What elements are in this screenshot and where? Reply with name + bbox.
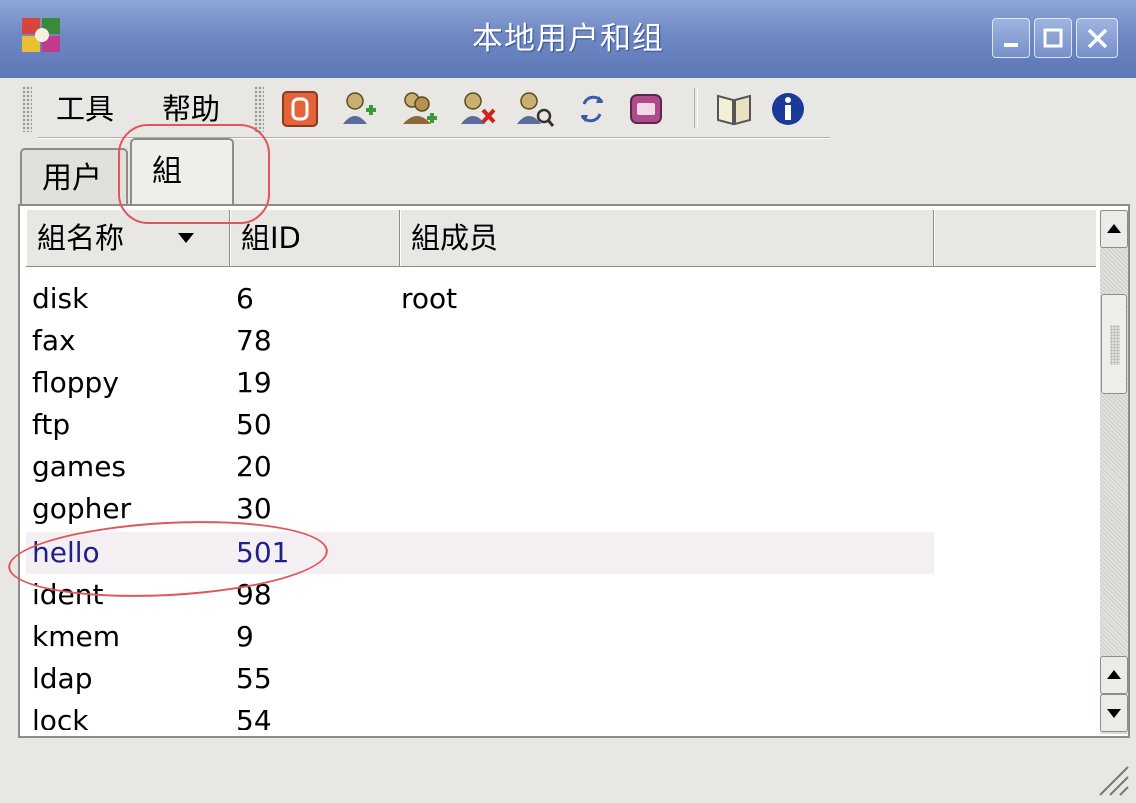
minimize-icon [1004,43,1018,47]
group-name: lock [32,704,89,730]
group-id: 55 [236,662,272,695]
group-name: ldap [32,662,93,695]
maximize-icon [1043,28,1063,48]
column-header-group-name[interactable]: 組名称 [26,210,230,266]
group-id: 19 [236,366,272,399]
sort-descending-icon [178,233,194,243]
table-row[interactable]: fax 78 [26,320,1096,362]
arrow-up-icon [1107,670,1121,679]
table-row[interactable]: ident 98 [26,574,1096,616]
properties-icon[interactable] [514,88,554,130]
group-id: 54 [236,704,272,730]
window-title: 本地用户和组 [472,21,664,57]
column-label-group-name: 組名称 [37,221,125,255]
group-name: ident [32,578,104,611]
group-name: games [32,450,127,483]
group-name: fax [32,324,76,357]
column-header-filler [934,210,1096,266]
table-row[interactable]: ldap 55 [26,658,1096,700]
arrow-up-icon [1107,224,1121,233]
row-highlight [26,532,934,574]
group-name: ftp [32,408,71,441]
tab-groups[interactable]: 組 [130,138,234,206]
group-name: disk [32,282,89,315]
quit-icon[interactable] [280,88,320,130]
help-book-icon[interactable] [714,88,754,130]
column-header-group-id[interactable]: 組ID [230,210,400,266]
table-body: ˙ disk 6 root fax 78 floppy 19 ftp 50 ga… [26,268,1096,730]
menu-help[interactable]: 帮助 [162,89,220,129]
tab-users[interactable]: 用户 [20,148,128,206]
group-name: kmem [32,620,120,653]
table-row[interactable]: games 20 [26,446,1096,488]
group-id: 20 [236,450,272,483]
table-row[interactable]: lock 54 [26,700,1096,730]
vertical-scrollbar[interactable] [1100,210,1128,734]
menubar-grip[interactable] [22,86,32,132]
add-user-icon[interactable] [340,88,380,130]
info-icon[interactable] [768,88,808,130]
scroll-up-button-lower[interactable] [1100,656,1128,694]
table-row[interactable]: floppy 19 [26,362,1096,404]
group-name: gopher [32,492,132,525]
group-id: 78 [236,324,272,357]
group-name: floppy [32,366,119,399]
scroll-up-button[interactable] [1100,210,1128,248]
title-bar[interactable]: 本地用户和组 [0,0,1136,79]
add-group-icon[interactable] [400,88,440,130]
delete-icon[interactable] [458,88,498,130]
toolbar: 工具 帮助 [0,78,1136,140]
toolbar-separator [694,88,698,128]
group-id: 6 [236,282,254,315]
preferences-icon[interactable] [626,88,666,130]
table-row[interactable]: ftp 50 [26,404,1096,446]
group-name: hello [32,536,100,569]
arrow-down-icon [1107,709,1121,718]
close-icon [1087,28,1108,49]
group-id: 98 [236,578,272,611]
menu-tools[interactable]: 工具 [56,89,114,129]
resize-grip-icon[interactable] [1094,761,1130,797]
table-row-selected[interactable]: hello 501 [26,532,1096,574]
group-id: 501 [236,536,290,569]
refresh-icon[interactable] [572,88,612,130]
table-row[interactable]: gopher 30 [26,488,1096,530]
scroll-down-button[interactable] [1100,694,1128,732]
toolbar-grip[interactable] [254,86,264,132]
table-row[interactable]: disk 6 root [26,278,1096,320]
close-button[interactable] [1076,18,1118,58]
group-id: 30 [236,492,272,525]
minimize-button[interactable] [992,18,1030,58]
group-id: 50 [236,408,272,441]
maximize-button[interactable] [1034,18,1072,58]
groups-table: 組名称 組ID 組成员 ˙ disk 6 root fax 78 floppy … [18,204,1130,738]
group-members: root [401,282,458,315]
scrollbar-thumb[interactable] [1101,294,1127,394]
table-row[interactable]: kmem 9 [26,616,1096,658]
group-id: 9 [236,620,254,653]
column-header-members[interactable]: 組成员 [400,210,934,266]
table-header: 組名称 組ID 組成员 [26,210,1096,267]
thumb-grip [1110,325,1120,365]
